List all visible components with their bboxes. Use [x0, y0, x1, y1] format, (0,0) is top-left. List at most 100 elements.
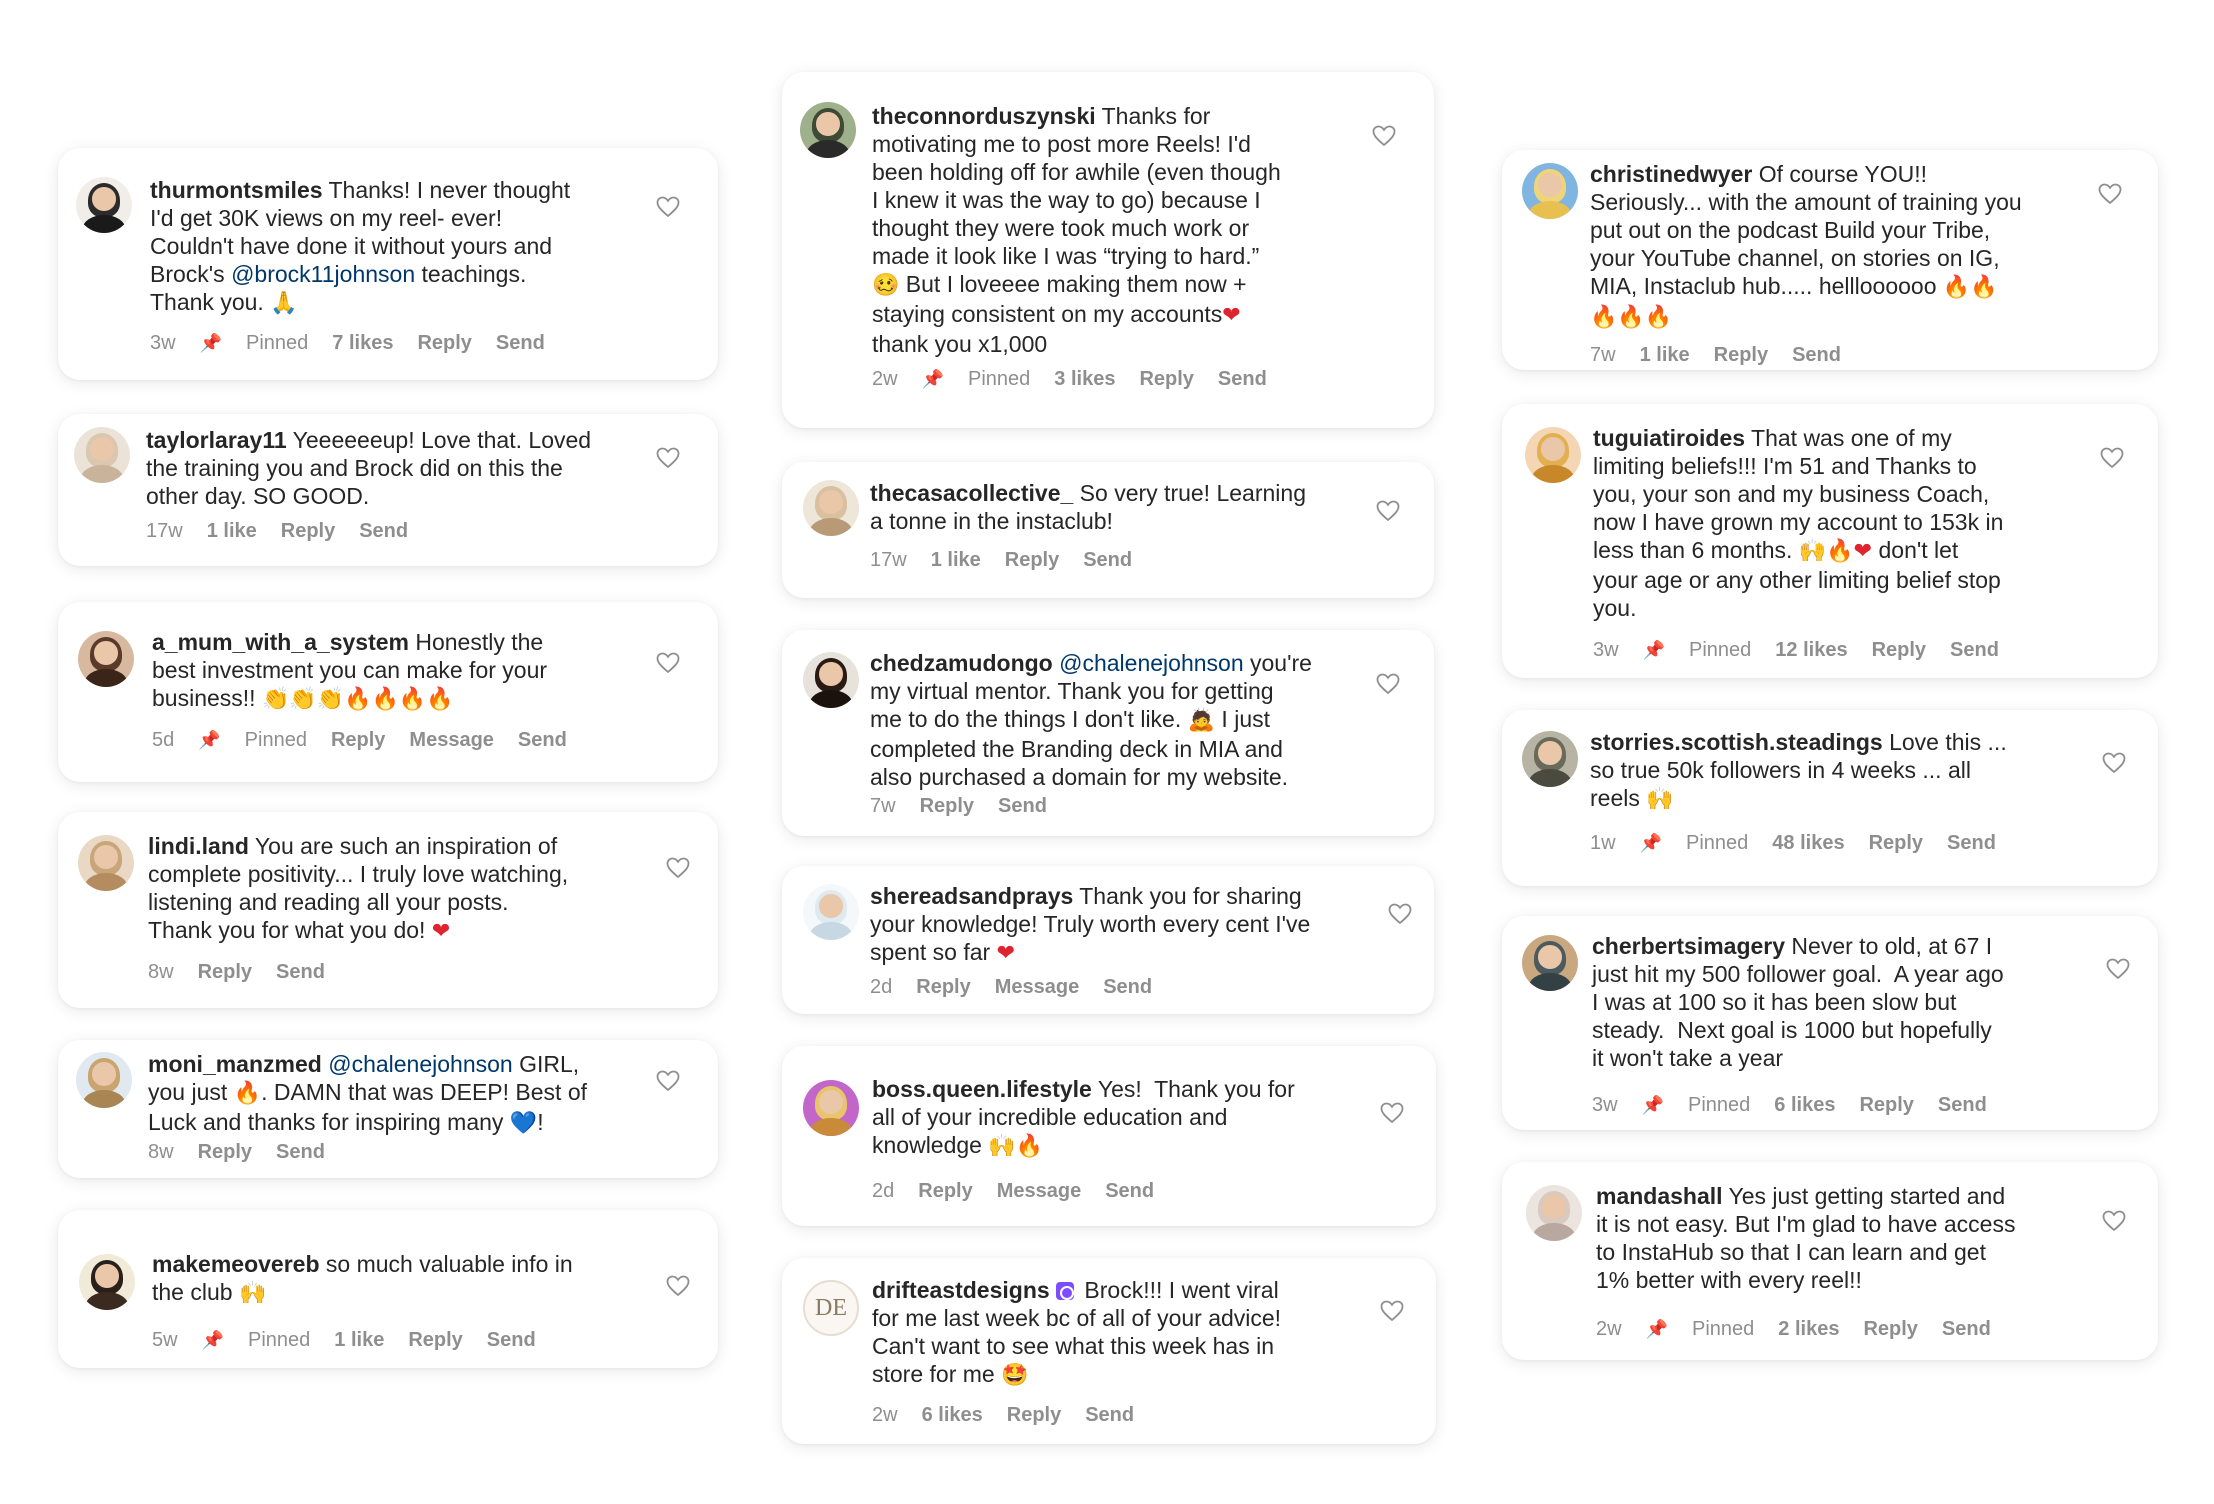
- username-link[interactable]: mandashall: [1596, 1183, 1723, 1209]
- heart-outline-icon[interactable]: [656, 447, 680, 469]
- avatar[interactable]: [803, 884, 859, 940]
- heart-outline-icon[interactable]: [2100, 447, 2124, 469]
- username-link[interactable]: shereadsandprays: [870, 883, 1073, 909]
- username-link[interactable]: drifteastdesigns: [872, 1277, 1050, 1303]
- username-link[interactable]: chedzamudongo: [870, 650, 1053, 676]
- avatar[interactable]: [1522, 163, 1578, 219]
- send-button[interactable]: Send: [1947, 832, 1996, 855]
- username-link[interactable]: cherbertsimagery: [1592, 933, 1785, 959]
- mention-link[interactable]: @chalenejohnson: [1059, 650, 1243, 676]
- likes-count-button[interactable]: 7 likes: [332, 332, 393, 355]
- heart-outline-icon[interactable]: [656, 652, 680, 674]
- mention-link[interactable]: @brock11johnson: [231, 261, 415, 287]
- heart-outline-icon[interactable]: [1380, 1102, 1404, 1124]
- heart-outline-icon[interactable]: [1376, 673, 1400, 695]
- reply-button[interactable]: Reply: [331, 729, 385, 752]
- likes-count-button[interactable]: 48 likes: [1772, 832, 1844, 855]
- message-button[interactable]: Message: [995, 976, 1080, 999]
- heart-outline-icon[interactable]: [2102, 752, 2126, 774]
- avatar[interactable]: [76, 177, 132, 233]
- heart-outline-icon[interactable]: [1372, 125, 1396, 147]
- message-button[interactable]: Message: [409, 729, 494, 752]
- reply-button[interactable]: Reply: [1139, 368, 1193, 391]
- likes-count-button[interactable]: 6 likes: [1774, 1094, 1835, 1117]
- avatar[interactable]: [800, 102, 856, 158]
- username-link[interactable]: thurmontsmiles: [150, 177, 323, 203]
- reply-button[interactable]: Reply: [281, 520, 335, 543]
- send-button[interactable]: Send: [276, 961, 325, 984]
- username-link[interactable]: boss.queen.lifestyle: [872, 1076, 1092, 1102]
- avatar[interactable]: [79, 1254, 135, 1310]
- reply-button[interactable]: Reply: [1007, 1404, 1061, 1427]
- avatar[interactable]: [1522, 731, 1578, 787]
- username-link[interactable]: christinedwyer: [1590, 161, 1752, 187]
- username-link[interactable]: makemeovereb: [152, 1251, 320, 1277]
- reply-button[interactable]: Reply: [198, 1141, 252, 1164]
- send-button[interactable]: Send: [1085, 1404, 1134, 1427]
- avatar[interactable]: [78, 835, 134, 891]
- reply-button[interactable]: Reply: [1859, 1094, 1913, 1117]
- send-button[interactable]: Send: [518, 729, 567, 752]
- heart-outline-icon[interactable]: [2102, 1210, 2126, 1232]
- avatar[interactable]: [803, 1080, 859, 1136]
- username-link[interactable]: theconnorduszynski: [872, 103, 1096, 129]
- message-button[interactable]: Message: [997, 1180, 1082, 1203]
- reply-button[interactable]: Reply: [1714, 344, 1768, 367]
- reply-button[interactable]: Reply: [408, 1329, 462, 1352]
- username-link[interactable]: taylorlaray11: [146, 427, 287, 453]
- reply-button[interactable]: Reply: [918, 1180, 972, 1203]
- heart-outline-icon[interactable]: [656, 1070, 680, 1092]
- avatar[interactable]: [78, 631, 134, 687]
- heart-outline-icon[interactable]: [666, 857, 690, 879]
- heart-outline-icon[interactable]: [2098, 183, 2122, 205]
- send-button[interactable]: Send: [487, 1329, 536, 1352]
- likes-count-button[interactable]: 1 like: [931, 549, 981, 572]
- likes-count-button[interactable]: 6 likes: [922, 1404, 983, 1427]
- reply-button[interactable]: Reply: [916, 976, 970, 999]
- avatar[interactable]: [1525, 427, 1581, 483]
- send-button[interactable]: Send: [1218, 368, 1267, 391]
- username-link[interactable]: thecasacollective_: [870, 480, 1073, 506]
- username-link[interactable]: lindi.land: [148, 833, 249, 859]
- heart-outline-icon[interactable]: [656, 196, 680, 218]
- reply-button[interactable]: Reply: [1005, 549, 1059, 572]
- likes-count-button[interactable]: 1 like: [207, 520, 257, 543]
- avatar[interactable]: [803, 652, 859, 708]
- reply-button[interactable]: Reply: [198, 961, 252, 984]
- likes-count-button[interactable]: 3 likes: [1054, 368, 1115, 391]
- send-button[interactable]: Send: [1792, 344, 1841, 367]
- username-link[interactable]: moni_manzmed: [148, 1051, 322, 1077]
- username-link[interactable]: tuguiatiroides: [1593, 425, 1745, 451]
- send-button[interactable]: Send: [496, 332, 545, 355]
- reply-button[interactable]: Reply: [920, 795, 974, 818]
- send-button[interactable]: Send: [359, 520, 408, 543]
- send-button[interactable]: Send: [1083, 549, 1132, 572]
- likes-count-button[interactable]: 1 like: [1640, 344, 1690, 367]
- heart-outline-icon[interactable]: [1380, 1300, 1404, 1322]
- send-button[interactable]: Send: [1105, 1180, 1154, 1203]
- send-button[interactable]: Send: [1942, 1318, 1991, 1341]
- reply-button[interactable]: Reply: [1872, 639, 1926, 662]
- avatar[interactable]: [803, 480, 859, 536]
- send-button[interactable]: Send: [1938, 1094, 1987, 1117]
- send-button[interactable]: Send: [1103, 976, 1152, 999]
- avatar[interactable]: [74, 427, 130, 483]
- mention-link[interactable]: @chalenejohnson: [328, 1051, 512, 1077]
- reply-button[interactable]: Reply: [1869, 832, 1923, 855]
- likes-count-button[interactable]: 2 likes: [1778, 1318, 1839, 1341]
- heart-outline-icon[interactable]: [1376, 500, 1400, 522]
- send-button[interactable]: Send: [998, 795, 1047, 818]
- heart-outline-icon[interactable]: [666, 1275, 690, 1297]
- reply-button[interactable]: Reply: [1863, 1318, 1917, 1341]
- username-link[interactable]: a_mum_with_a_system: [152, 629, 409, 655]
- username-link[interactable]: storries.scottish.steadings: [1590, 729, 1883, 755]
- avatar[interactable]: [1526, 1185, 1582, 1241]
- heart-outline-icon[interactable]: [2106, 958, 2130, 980]
- avatar[interactable]: DE: [803, 1280, 859, 1336]
- send-button[interactable]: Send: [276, 1141, 325, 1164]
- reply-button[interactable]: Reply: [417, 332, 471, 355]
- avatar[interactable]: [1522, 935, 1578, 991]
- likes-count-button[interactable]: 12 likes: [1775, 639, 1847, 662]
- send-button[interactable]: Send: [1950, 639, 1999, 662]
- likes-count-button[interactable]: 1 like: [334, 1329, 384, 1352]
